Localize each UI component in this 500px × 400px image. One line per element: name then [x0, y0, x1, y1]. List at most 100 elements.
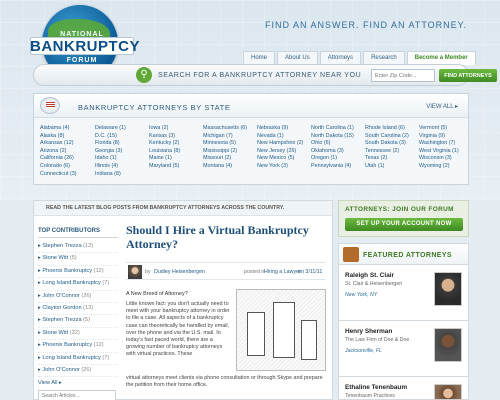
state-link[interactable]: Iowa (2): [149, 125, 201, 133]
states-view-all-link[interactable]: VIEW ALL ▸: [426, 103, 458, 110]
state-link[interactable]: Georgia (3): [95, 148, 147, 156]
nav-become-member[interactable]: Become a Member: [406, 51, 476, 65]
state-link[interactable]: Wisconsin (3): [419, 155, 471, 163]
nav-about-us[interactable]: About Us: [277, 51, 318, 65]
state-link[interactable]: Tennessee (2): [365, 148, 417, 156]
state-link[interactable]: Utah (1): [365, 163, 417, 171]
state-link[interactable]: Connecticut (3): [40, 171, 92, 179]
contributor-item[interactable]: ▸ John O'Connor (26): [38, 365, 118, 378]
state-link[interactable]: Arkansas (12): [40, 140, 92, 148]
state-link[interactable]: Delaware (1): [95, 125, 147, 133]
state-link[interactable]: Alaska (8): [40, 133, 92, 141]
contributor-item[interactable]: ▸ Stephen Trezza (5): [38, 315, 118, 328]
contributor-item[interactable]: ▸ Stone Witt (5): [38, 253, 118, 266]
state-link[interactable]: Montana (4): [203, 163, 255, 171]
state-link[interactable]: New Jersey (26): [257, 148, 309, 156]
contributor-name[interactable]: Long Island Bankruptcy: [42, 280, 100, 286]
attorney-card[interactable]: Ethaline Tenenbaum Tenenbaum Practices: [338, 377, 469, 400]
contributors-view-all-link[interactable]: View All ▸: [38, 380, 118, 386]
attorney-firm: Tenenbaum Practices: [345, 393, 395, 399]
state-link[interactable]: South Carolina (2): [365, 133, 417, 141]
state-link[interactable]: Oregon (1): [311, 155, 363, 163]
attorney-name[interactable]: Henry Sherman: [345, 328, 392, 335]
state-link[interactable]: Nebraska (9): [257, 125, 309, 133]
illustration-figure: [301, 320, 317, 360]
contributor-item[interactable]: ▸ Stephen Trezza (12): [38, 241, 118, 254]
contributor-item[interactable]: ▸ Phoenix Bankruptcy (12): [38, 340, 118, 353]
contributor-name[interactable]: Phoenix Bankruptcy: [42, 268, 92, 274]
attorney-name[interactable]: Raleigh St. Clair: [345, 272, 394, 279]
contributor-name[interactable]: Stone Witt: [42, 330, 68, 336]
state-link[interactable]: Idaho (1): [95, 155, 147, 163]
contributor-name[interactable]: Stephen Trezza: [42, 317, 81, 323]
state-link[interactable]: Michigan (7): [203, 133, 255, 141]
contributor-name[interactable]: Phoenix Bankruptcy: [42, 342, 92, 348]
state-link[interactable]: Ohio (6): [311, 140, 363, 148]
blog-panel: READ THE LATEST BLOG POSTS FROM BANKRUPT…: [33, 200, 333, 400]
state-link[interactable]: Kentucky (2): [149, 140, 201, 148]
article-category-link[interactable]: Hiring a Lawyer: [264, 269, 301, 275]
nav-attorneys[interactable]: Attorneys: [319, 51, 362, 65]
contributor-item[interactable]: ▸ Long Island Bankruptcy (7): [38, 278, 118, 291]
nav-home[interactable]: Home: [243, 51, 276, 65]
state-link[interactable]: California (26): [40, 155, 92, 163]
contributor-count: (7): [102, 354, 110, 361]
contributor-name[interactable]: Stone Witt: [42, 255, 68, 261]
join-forum-box: ATTORNEYS: JOIN OUR FORUM SET UP YOUR AC…: [338, 200, 469, 237]
article-title[interactable]: Should I Hire a Virtual Bankruptcy Attor…: [126, 223, 326, 251]
contributor-name[interactable]: Long Island Bankruptcy: [42, 355, 100, 361]
contributor-item[interactable]: ▸ Clayton Gordon (13): [38, 303, 118, 316]
state-link[interactable]: Indiana (8): [95, 171, 147, 179]
state-link[interactable]: Arizona (2): [40, 148, 92, 156]
contributor-name[interactable]: John O'Connor: [42, 367, 79, 373]
state-link[interactable]: Virginia (9): [419, 133, 471, 141]
state-link[interactable]: New Hampshire (2): [257, 140, 309, 148]
state-link[interactable]: Maryland (5): [149, 163, 201, 171]
state-link[interactable]: Massachusetts (6): [203, 125, 255, 133]
state-link[interactable]: Maine (1): [149, 155, 201, 163]
state-link[interactable]: West Virginia (1): [419, 148, 471, 156]
state-link[interactable]: Missouri (2): [203, 155, 255, 163]
state-link[interactable]: Minnesota (5): [203, 140, 255, 148]
state-link[interactable]: Vermont (5): [419, 125, 471, 133]
byline-by: by: [145, 269, 151, 275]
state-link[interactable]: Illinois (4): [95, 163, 147, 171]
nav-research[interactable]: Research: [363, 51, 405, 65]
attorney-card[interactable]: Henry Sherman The Law Firm of Doe & Doe …: [338, 321, 469, 377]
article-author-link[interactable]: Dudley Heisenbergen: [154, 269, 205, 275]
setup-account-button[interactable]: SET UP YOUR ACCOUNT NOW: [345, 218, 463, 231]
state-link[interactable]: Nevada (1): [257, 133, 309, 141]
state-link[interactable]: Louisiana (8): [149, 148, 201, 156]
state-link[interactable]: Florida (8): [95, 140, 147, 148]
state-link[interactable]: Mississippi (2): [203, 148, 255, 156]
state-link[interactable]: Alabama (4): [40, 125, 92, 133]
state-link[interactable]: New York (3): [257, 163, 309, 171]
state-link[interactable]: D.C. (15): [95, 133, 147, 141]
featured-title: FEATURED ATTORNEYS: [363, 252, 452, 259]
state-link[interactable]: Wyoming (2): [419, 163, 471, 171]
state-link[interactable]: Rhode Island (6): [365, 125, 417, 133]
state-link[interactable]: North Carolina (1): [311, 125, 363, 133]
state-link[interactable]: Washington (7): [419, 140, 471, 148]
state-link[interactable]: New Mexico (5): [257, 155, 309, 163]
contributor-item[interactable]: ▸ Long Island Bankruptcy (7): [38, 353, 118, 366]
search-articles-input[interactable]: [38, 390, 116, 400]
state-link[interactable]: North Dakota (15): [311, 133, 363, 141]
state-link[interactable]: Colorado (6): [40, 163, 92, 171]
attorney-card[interactable]: Raleigh St. Clair St. Clair & Heisenberg…: [338, 265, 469, 321]
state-link[interactable]: Pennsylvania (4): [311, 163, 363, 171]
contributor-item[interactable]: ▸ John O'Connor (26): [38, 291, 118, 304]
attorney-name[interactable]: Ethaline Tenenbaum: [345, 384, 407, 391]
state-link[interactable]: Oklahoma (3): [311, 148, 363, 156]
zip-code-input[interactable]: [371, 69, 435, 82]
contributor-name[interactable]: Stephen Trezza: [42, 243, 81, 249]
contributor-name[interactable]: Clayton Gordon: [42, 305, 81, 311]
state-link[interactable]: South Dakota (3): [365, 140, 417, 148]
illustration-figure: [273, 302, 295, 358]
find-attorneys-button[interactable]: FIND ATTORNEYS: [439, 69, 497, 82]
state-link[interactable]: Kansas (3): [149, 133, 201, 141]
state-link[interactable]: Texas (2): [365, 155, 417, 163]
contributor-item[interactable]: ▸ Stone Witt (32): [38, 328, 118, 341]
contributor-name[interactable]: John O'Connor: [42, 293, 79, 299]
contributor-item[interactable]: ▸ Phoenix Bankruptcy (12): [38, 266, 118, 279]
